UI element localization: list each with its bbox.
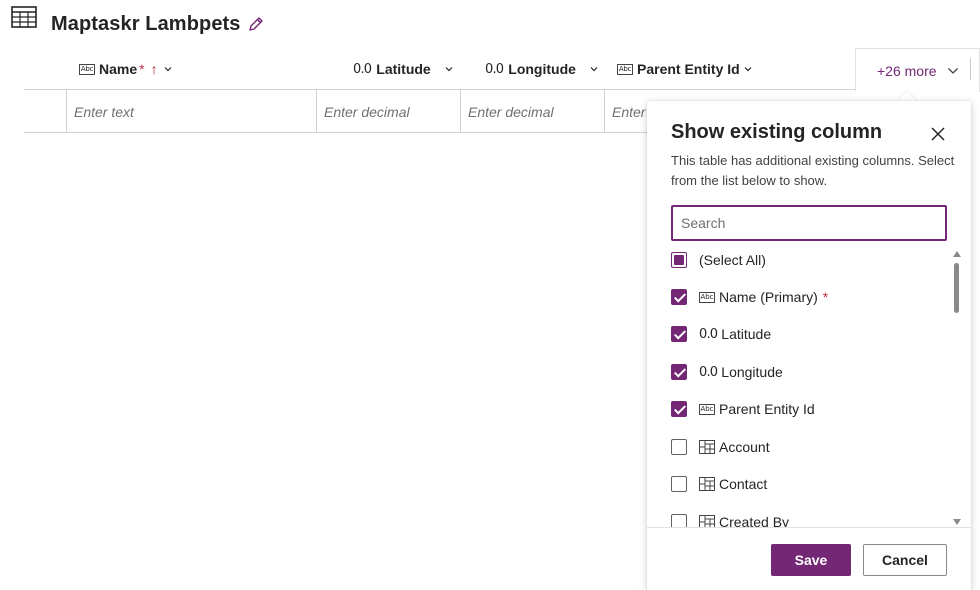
checkbox[interactable] [671,439,687,455]
list-item-latitude[interactable]: 0.0 Latitude [671,324,771,344]
chevron-down-icon [164,67,172,72]
required-marker: * [139,61,145,77]
scrollbar-thumb[interactable] [954,263,959,313]
list-item-name-primary[interactable]: Abc Name (Primary) * [671,287,828,307]
decimal-type-icon: 0.0 [699,326,718,342]
show-existing-column-panel: Show existing column This table has addi… [647,101,971,590]
column-list: (Select All) Abc Name (Primary) * 0.0 La… [671,244,951,528]
column-label: Longitude [508,61,576,77]
list-item-created-by[interactable]: Created By [671,512,789,528]
required-marker: * [822,289,829,305]
search-input[interactable] [671,205,947,241]
column-header-latitude[interactable]: 0.0 Latitude [353,58,453,80]
chevron-down-icon [445,67,453,72]
cell-divider [604,90,605,132]
list-item-contact[interactable]: Contact [671,474,767,494]
footer-divider [647,527,971,528]
list-item-label: Name (Primary) [719,289,818,305]
list-item-label: Contact [719,476,768,492]
checkbox[interactable] [671,364,687,380]
list-item-select-all[interactable]: (Select All) [671,250,766,270]
more-columns-label: +26 more [877,62,937,79]
list-scrollbar[interactable] [951,249,963,525]
list-item-label: Longitude [721,364,783,380]
pencil-icon[interactable] [246,14,266,34]
row-divider [24,132,664,133]
list-item-label: Created By [719,514,790,528]
longitude-cell-input[interactable]: Enter decimal [468,104,554,120]
name-cell-input[interactable]: Enter text [74,104,134,120]
cancel-button[interactable]: Cancel [863,544,947,576]
list-item-label: (Select All) [699,252,766,268]
list-item-parent-entity-id[interactable]: Abc Parent Entity Id [671,399,815,419]
cell-divider [460,90,461,132]
column-label: Latitude [376,61,431,77]
cell-divider [316,90,317,132]
header-divider [24,89,855,90]
sort-ascending-icon: ↑ [150,61,158,77]
scroll-up-arrow-icon[interactable] [953,251,961,257]
text-type-icon: Abc [79,63,95,75]
latitude-cell-input[interactable]: Enter decimal [324,104,410,120]
panel-title: Show existing column [671,121,883,143]
save-button[interactable]: Save [771,544,851,576]
checkbox[interactable] [671,289,687,305]
list-item-label: Latitude [721,326,772,342]
close-icon[interactable] [931,127,945,141]
list-item-label: Parent Entity Id [719,401,815,417]
decimal-type-icon: 0.0 [353,61,372,77]
list-item-longitude[interactable]: 0.0 Longitude [671,362,783,382]
scroll-down-arrow-icon[interactable] [953,519,961,525]
parent-entity-cell-input[interactable]: Enter [612,104,645,120]
decimal-type-icon: 0.0 [699,364,718,380]
select-all-checkbox[interactable] [671,252,687,268]
column-label: Parent Entity Id [637,61,740,77]
table-grid-icon [11,6,37,28]
column-header-parent-entity-id[interactable]: Abc Parent Entity Id [617,58,752,80]
header-divider [970,58,971,80]
lookup-icon [699,477,715,491]
chevron-down-icon [947,67,958,74]
chevron-down-icon [590,67,598,72]
checkbox[interactable] [671,401,687,417]
text-type-icon: Abc [699,291,715,303]
text-type-icon: Abc [699,403,715,415]
checkbox[interactable] [671,514,687,528]
list-item-account[interactable]: Account [671,437,770,457]
page-title: Maptaskr Lambpets [51,13,241,35]
chevron-down-icon [744,67,752,72]
text-type-icon: Abc [617,63,633,75]
panel-description: This table has additional existing colum… [671,153,955,188]
decimal-type-icon: 0.0 [485,61,504,77]
checkbox[interactable] [671,476,687,492]
column-header-name[interactable]: Abc Name * ↑ [79,58,172,80]
more-columns-button[interactable]: +26 more [855,48,980,92]
cell-divider [66,90,67,132]
list-item-label: Account [719,439,770,455]
column-label: Name [99,61,138,77]
lookup-icon [699,440,715,454]
checkbox[interactable] [671,326,687,342]
column-header-longitude[interactable]: 0.0 Longitude [485,58,598,80]
